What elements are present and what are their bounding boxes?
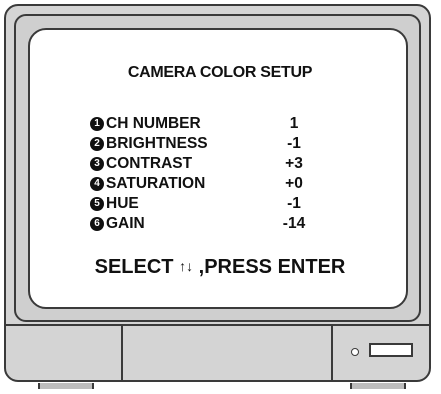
- number-1-icon: 1: [90, 117, 104, 131]
- power-button[interactable]: [369, 343, 413, 357]
- number-6-icon: 6: [90, 217, 104, 231]
- menu-item-brightness[interactable]: 2 BRIGHTNESS -1: [90, 134, 350, 154]
- menu-item-value: +0: [285, 175, 303, 192]
- footer-select-text: SELECT: [94, 256, 174, 278]
- menu-item-hue[interactable]: 5 HUE -1: [90, 194, 350, 214]
- osd-screen: CAMERA COLOR SETUP 1 CH NUMBER 1 2 BRIGH…: [28, 28, 408, 309]
- menu-item-value: 1: [289, 115, 299, 132]
- menu-item-saturation[interactable]: 4 SATURATION +0: [90, 174, 350, 194]
- menu-item-value: -1: [287, 135, 301, 152]
- footer-press-enter-text: ,PRESS ENTER: [198, 256, 346, 278]
- screen-bezel: CAMERA COLOR SETUP 1 CH NUMBER 1 2 BRIGH…: [14, 14, 421, 322]
- menu-item-value: -14: [282, 215, 306, 232]
- footer-instruction: SELECT ↑↓ ,PRESS ENTER: [30, 256, 410, 279]
- menu-list: 1 CH NUMBER 1 2 BRIGHTNESS -1 3 CONTRAST…: [90, 114, 350, 234]
- menu-item-label: SATURATION: [106, 175, 206, 192]
- menu-item-label: CH NUMBER: [106, 115, 201, 132]
- monitor-foot-left: [38, 383, 94, 389]
- monitor-foot-right: [350, 383, 406, 389]
- menu-item-contrast[interactable]: 3 CONTRAST +3: [90, 154, 350, 174]
- monitor-frame: CAMERA COLOR SETUP 1 CH NUMBER 1 2 BRIGH…: [4, 4, 431, 382]
- monitor-base-panel: [6, 324, 429, 380]
- menu-item-ch-number[interactable]: 1 CH NUMBER 1: [90, 114, 350, 134]
- menu-item-label: BRIGHTNESS: [106, 135, 208, 152]
- menu-item-label: CONTRAST: [106, 155, 193, 172]
- menu-item-value: -1: [287, 195, 301, 212]
- menu-item-gain[interactable]: 6 GAIN -14: [90, 214, 350, 234]
- power-led-icon: [351, 348, 359, 356]
- menu-item-label: GAIN: [106, 215, 145, 232]
- number-5-icon: 5: [90, 197, 104, 211]
- number-3-icon: 3: [90, 157, 104, 171]
- menu-title: CAMERA COLOR SETUP: [127, 64, 313, 81]
- base-divider: [121, 326, 123, 380]
- up-down-arrows-icon: ↑↓: [179, 258, 194, 274]
- base-divider: [331, 326, 333, 380]
- number-2-icon: 2: [90, 137, 104, 151]
- number-4-icon: 4: [90, 177, 104, 191]
- menu-item-value: +3: [285, 155, 303, 172]
- menu-item-label: HUE: [106, 195, 139, 212]
